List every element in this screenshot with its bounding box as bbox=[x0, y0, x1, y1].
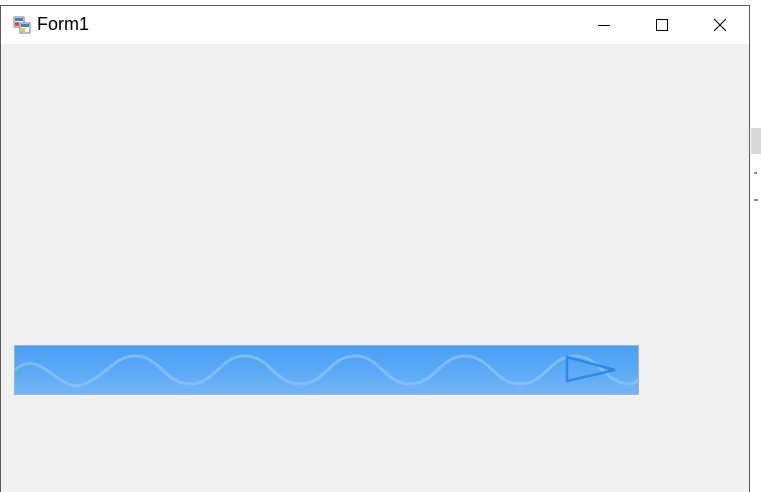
form-window: Form1 bbox=[0, 5, 750, 492]
close-button[interactable] bbox=[691, 6, 749, 44]
background-fragment bbox=[754, 199, 758, 201]
maximize-icon bbox=[656, 19, 668, 31]
form-client-area bbox=[1, 44, 749, 492]
minimize-icon bbox=[598, 25, 610, 26]
maximize-button[interactable] bbox=[633, 6, 691, 44]
winforms-app-icon bbox=[13, 16, 31, 34]
minimize-button[interactable] bbox=[575, 6, 633, 44]
background-fragment bbox=[754, 172, 757, 174]
background-desktop bbox=[751, 0, 761, 492]
close-icon bbox=[713, 18, 727, 32]
wave-progress-bar[interactable] bbox=[14, 345, 639, 395]
window-title: Form1 bbox=[37, 14, 90, 34]
background-scrollbar-fragment bbox=[751, 128, 761, 154]
wave-line bbox=[15, 354, 638, 388]
title-bar[interactable]: Form1 bbox=[1, 6, 749, 44]
